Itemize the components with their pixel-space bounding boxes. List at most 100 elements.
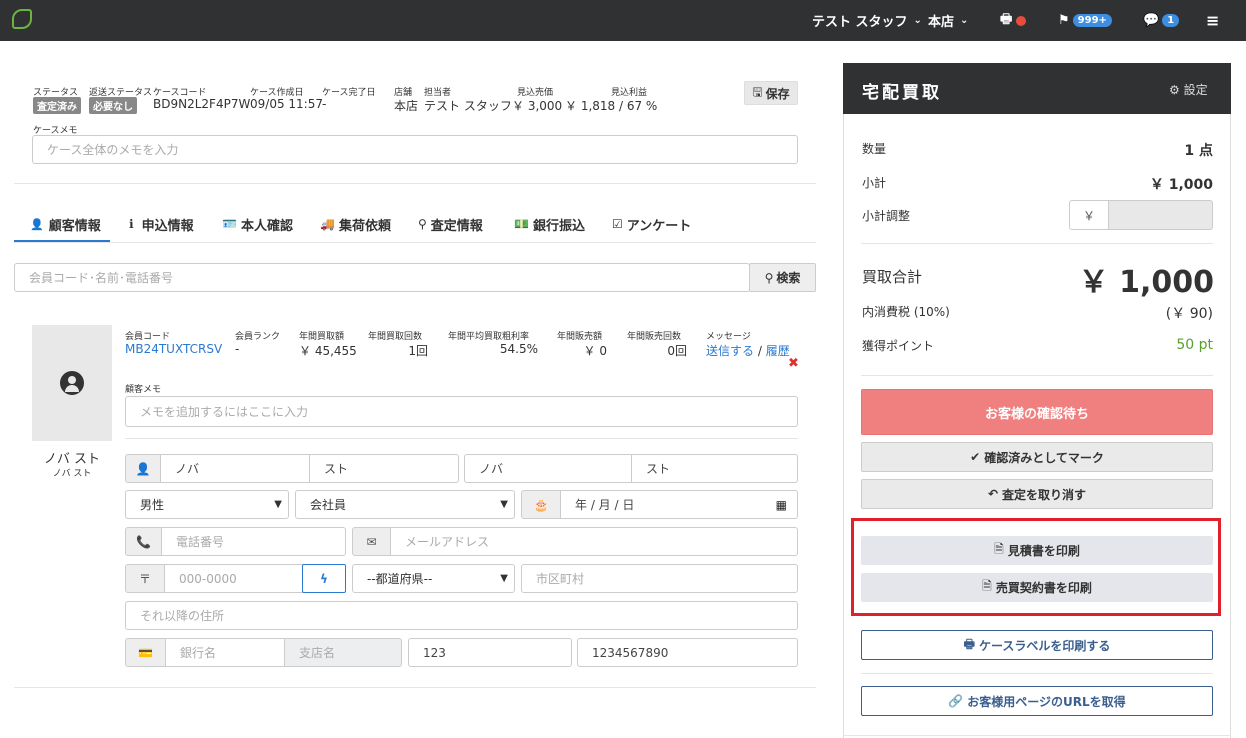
case-memo-textarea[interactable]: ケース全体のメモを入力 xyxy=(32,135,798,164)
status-button[interactable]: お客様の確認待ち xyxy=(861,389,1213,435)
account-number-input[interactable]: 1234567890 xyxy=(577,638,798,667)
annual-count-value: 1回 xyxy=(408,344,428,358)
pdf-icon: 🗎 xyxy=(982,579,992,593)
last-name-input[interactable]: ノバ xyxy=(160,454,310,483)
save-label: 保存 xyxy=(765,86,790,101)
print-label-label: ケースラベルを印刷する xyxy=(978,638,1111,653)
undo-icon: ↶ xyxy=(987,487,999,501)
customer-search-input[interactable]: 会員コード･名前･電話番号 xyxy=(14,263,750,292)
zip-input[interactable]: 000-0000 xyxy=(164,564,304,593)
tab-identity-label: 本人確認 xyxy=(240,218,293,234)
annual-count-label: 年間買取回数 xyxy=(368,332,423,342)
last-name-kana-input[interactable]: ノバ xyxy=(464,454,632,483)
bank-name-input[interactable]: 銀行名 xyxy=(165,638,285,667)
message-label: メッセージ xyxy=(706,332,751,342)
tab-bank-label: 銀行振込 xyxy=(532,218,585,234)
staff-value: テスト スタッフ xyxy=(424,99,512,113)
customer-memo-placeholder: メモを追加するにはここに入力 xyxy=(140,405,309,419)
first-name-kana-input[interactable]: スト xyxy=(631,454,798,483)
email-placeholder: メールアドレス xyxy=(405,535,490,549)
qty-label: 数量 xyxy=(862,142,887,156)
calendar-icon[interactable]: ▦ xyxy=(776,498,787,512)
search-icon: ⚲ xyxy=(764,270,774,285)
points-label: 獲得ポイント xyxy=(862,339,935,353)
total-value: ￥ 1,000 xyxy=(1078,265,1214,300)
chevron-down-icon: ⌄ xyxy=(913,15,922,26)
search-button-label: 検索 xyxy=(776,271,801,285)
print-status[interactable]: 🖶 xyxy=(1000,0,1027,41)
subtotal-label: 小計 xyxy=(862,176,887,190)
search-button[interactable]: ⚲ 検索 xyxy=(749,263,816,292)
print-quote-button[interactable]: 🗎 見積書を印刷 xyxy=(861,536,1213,565)
chevron-down-icon: ▼ xyxy=(274,499,282,510)
account-type-input[interactable]: 123 xyxy=(408,638,572,667)
tab-survey[interactable]: ☑ アンケート xyxy=(612,206,691,242)
bank-name-placeholder: 銀行名 xyxy=(180,646,217,660)
tax-label: 内消費税 (10%) xyxy=(862,305,950,319)
member-code-label: 会員コード xyxy=(125,332,171,342)
tab-application[interactable]: ℹ 申込情報 xyxy=(129,206,194,242)
tab-identity[interactable]: 🪪 本人確認 xyxy=(222,206,293,242)
tab-customer-label: 顧客情報 xyxy=(48,218,101,234)
email-input[interactable]: メールアドレス xyxy=(390,527,798,556)
send-message-link[interactable]: 送信する xyxy=(706,344,754,358)
address-line-placeholder: それ以降の住所 xyxy=(140,609,225,623)
store-name: 本店 xyxy=(928,15,955,30)
yen-symbol: ￥ xyxy=(1082,208,1095,223)
tab-appraisal[interactable]: ⚲ 査定情報 xyxy=(418,206,483,242)
alert-dot xyxy=(1016,15,1027,26)
user-menu[interactable]: テスト スタッフ ⌄ xyxy=(812,0,922,41)
occupation-select[interactable]: 会社員 ▼ xyxy=(295,490,515,519)
zip-lookup-bolt-icon[interactable]: ϟ xyxy=(302,564,346,593)
phone-input[interactable]: 電話番号 xyxy=(161,527,346,556)
link-icon: 🔗 xyxy=(948,694,964,708)
settings-link[interactable]: ⚙ 設定 xyxy=(1169,81,1208,98)
cancel-appraisal-label: 査定を取り消す xyxy=(1002,487,1087,502)
member-code-link[interactable]: MB24TUXTCRSV xyxy=(125,342,222,356)
divider xyxy=(14,183,816,184)
sales-count-label: 年間販売回数 xyxy=(627,332,682,342)
tab-pickup[interactable]: 🚚 集荷依頼 xyxy=(320,206,391,242)
close-icon[interactable]: ✖ xyxy=(788,356,799,371)
id-card-icon: 🪪 xyxy=(222,217,237,231)
panel-header: 宅配買取 ⚙ 設定 xyxy=(843,63,1231,114)
get-url-button[interactable]: 🔗 お客様用ページのURLを取得 xyxy=(861,686,1213,716)
address-line-input[interactable]: それ以降の住所 xyxy=(125,601,798,630)
city-input[interactable]: 市区町村 xyxy=(521,564,798,593)
adjust-label: 小計調整 xyxy=(862,209,911,223)
pdf-icon: 🗎 xyxy=(994,542,1004,556)
save-button[interactable]: 🖫 保存 xyxy=(744,81,798,105)
mark-confirmed-button[interactable]: ✔ 確認済みとしてマーク xyxy=(861,442,1213,472)
completed-label: ケース完了日 xyxy=(322,88,376,98)
tab-bank[interactable]: 💵 銀行振込 xyxy=(514,206,585,242)
rank-label: 会員ランク xyxy=(235,332,281,342)
top-bar: テスト スタッフ ⌄ 本店 ⌄ 🖶 ⚑ 999+ 💬 1 ≡ xyxy=(0,0,1246,41)
phone-icon: 📞 xyxy=(125,527,162,556)
subtotal-adjust-input[interactable] xyxy=(1108,200,1213,230)
hamburger-menu-icon[interactable]: ≡ xyxy=(1206,0,1219,41)
tab-customer[interactable]: 👤 顧客情報 xyxy=(30,206,101,242)
first-name-input[interactable]: スト xyxy=(309,454,459,483)
store-menu[interactable]: 本店 ⌄ xyxy=(928,0,968,41)
panel-title: 宅配買取 xyxy=(862,83,942,103)
chat-notifications[interactable]: 💬 1 xyxy=(1143,0,1180,41)
user-circle-icon xyxy=(60,371,84,395)
customer-memo-textarea[interactable]: メモを追加するにはここに入力 xyxy=(125,396,798,427)
birthday-input[interactable]: 年 / 月 / 日 ▦ xyxy=(560,490,798,519)
print-contract-button[interactable]: 🗎 売買契約書を印刷 xyxy=(861,573,1213,602)
print-label-button[interactable]: 🖶 ケースラベルを印刷する xyxy=(861,630,1213,660)
mark-confirmed-label: 確認済みとしてマーク xyxy=(984,450,1104,465)
prefecture-value: --都道府県-- xyxy=(367,572,433,586)
sales-amount-label: 年間販売額 xyxy=(557,332,603,342)
postal-mark-icon: 〒 xyxy=(125,564,165,593)
flag-notifications[interactable]: ⚑ 999+ xyxy=(1058,0,1112,41)
cancel-appraisal-button[interactable]: ↶ 査定を取り消す xyxy=(861,479,1213,509)
leaf-logo-icon[interactable] xyxy=(12,9,32,29)
printer-icon: 🖶 xyxy=(1000,11,1013,27)
customer-memo-label: 顧客メモ xyxy=(125,385,162,395)
history-link[interactable]: 履歴 xyxy=(766,344,790,358)
truck-icon: 🚚 xyxy=(320,217,335,231)
gender-select[interactable]: 男性 ▼ xyxy=(125,490,289,519)
prefecture-select[interactable]: --都道府県-- ▼ xyxy=(352,564,515,593)
avg-margin-label: 年間平均買取粗利率 xyxy=(448,332,530,342)
